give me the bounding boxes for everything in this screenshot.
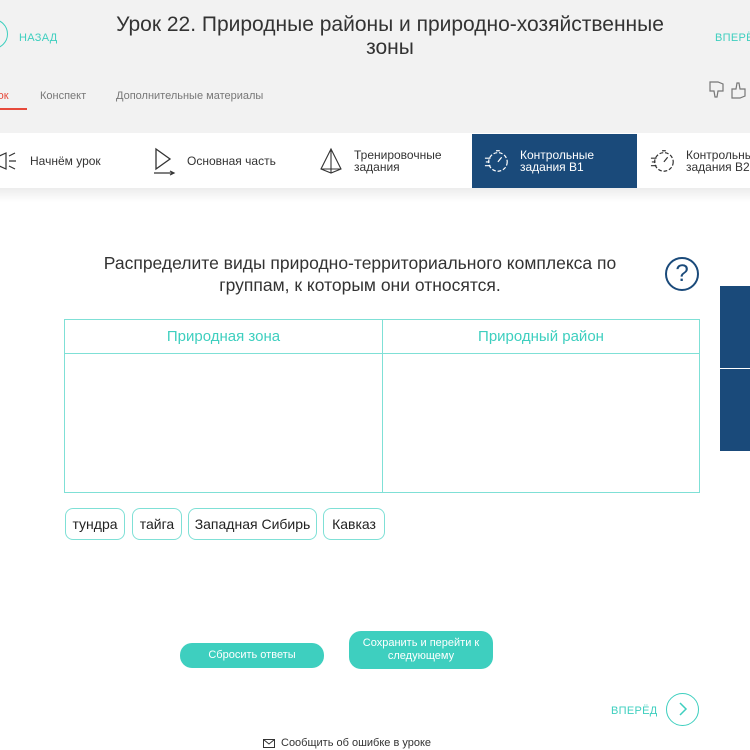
help-button[interactable]: ? — [665, 257, 699, 291]
save-and-next-button[interactable]: Сохранить и перейти к следующему — [349, 631, 493, 669]
side-panel-tab-2[interactable] — [720, 369, 750, 451]
chip-west-siberia[interactable]: Западная Сибирь — [188, 508, 317, 540]
tab-summary[interactable]: Конспект — [40, 90, 86, 102]
next-arrow-button[interactable] — [666, 693, 699, 726]
stages-shadow — [0, 188, 750, 202]
pyramid-icon — [318, 146, 344, 176]
stage-training-tasks[interactable]: Тренировочные задания — [318, 134, 468, 188]
active-tab-underline — [0, 108, 27, 110]
chip-taiga[interactable]: тайга — [132, 508, 182, 540]
column-header-natural-region: Природный район — [383, 320, 699, 354]
tab-lesson-label: Урок — [0, 90, 9, 102]
play-icon — [151, 146, 177, 176]
stage-start-lesson[interactable]: Начнём урок — [0, 134, 144, 188]
stopwatch-icon — [650, 146, 676, 176]
stage-control-tasks-b2[interactable]: Контрольные задания В2 — [650, 134, 750, 188]
reset-answers-button[interactable]: Сбросить ответы — [180, 643, 324, 668]
next-link-top[interactable]: ВПЕРЁД — [715, 32, 750, 44]
lesson-header: НАЗАД Урок 22. Природные районы и природ… — [0, 0, 750, 133]
side-panel-tab-1[interactable] — [720, 286, 750, 368]
chip-tundra[interactable]: тундра — [65, 508, 125, 540]
stage-navigation: Начнём урок Основная часть Тренировочные… — [0, 134, 750, 188]
report-error-label: Сообщить об ошибке в уроке — [281, 737, 432, 749]
stopwatch-icon — [484, 146, 510, 176]
tab-lesson[interactable]: Урок — [0, 90, 9, 102]
back-link[interactable]: НАЗАД — [19, 32, 57, 44]
column-header-natural-zone: Природная зона — [65, 320, 382, 354]
stage-control-tasks-b1-label: Контрольные задания В1 — [520, 148, 595, 174]
envelope-icon — [263, 738, 275, 748]
task-question: Распределите виды природно-территориальн… — [103, 253, 617, 295]
column-natural-region: Природный район — [383, 320, 699, 492]
tab-extra-materials-label: Дополнительные материалы — [116, 90, 264, 102]
stage-control-tasks-b2-label: Контрольные задания В2 — [686, 148, 750, 174]
thumbs-up-icon[interactable] — [730, 80, 748, 100]
megaphone-icon — [0, 146, 20, 176]
page-title: Урок 22. Природные районы и природно-хоз… — [116, 13, 664, 59]
next-link-bottom[interactable]: ВПЕРЁД — [611, 705, 658, 717]
stage-main-part[interactable]: Основная часть — [151, 134, 311, 188]
report-error-link[interactable]: Сообщить об ошибке в уроке — [263, 737, 431, 749]
stage-training-tasks-label: Тренировочные задания — [354, 148, 442, 174]
stage-control-tasks-b1[interactable]: Контрольные задания В1 — [472, 134, 637, 188]
chip-caucasus[interactable]: Кавказ — [323, 508, 385, 540]
drag-drop-table: Природная зона Природный район — [64, 319, 700, 493]
stage-start-lesson-label: Начнём урок — [30, 154, 101, 168]
tab-summary-label: Конспект — [40, 90, 87, 102]
back-arrow-icon[interactable] — [0, 19, 8, 49]
column-natural-zone: Природная зона — [65, 320, 382, 492]
thumbs-down-icon[interactable] — [708, 80, 726, 100]
stage-main-part-label: Основная часть — [187, 154, 276, 168]
chevron-right-icon — [679, 702, 688, 716]
drop-zone-natural-region[interactable] — [383, 354, 699, 491]
drop-zone-natural-zone[interactable] — [65, 354, 382, 491]
tab-extra-materials[interactable]: Дополнительные материалы — [116, 90, 263, 102]
